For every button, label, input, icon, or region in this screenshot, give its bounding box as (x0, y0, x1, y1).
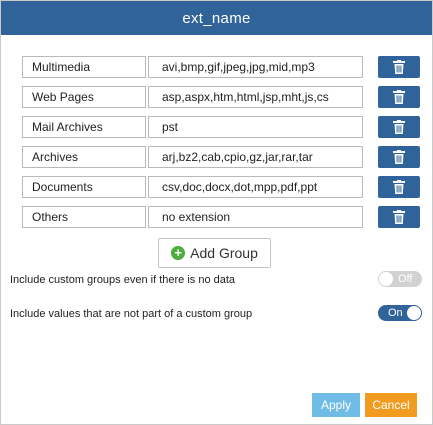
group-name-field[interactable]: Mail Archives (22, 116, 146, 138)
plus-circle-icon: + (171, 246, 186, 260)
include-values-label: Include values that are not part of a cu… (10, 308, 253, 320)
group-row: Others no extension (22, 206, 420, 228)
delete-group-button[interactable] (378, 56, 420, 78)
apply-button[interactable]: Apply (312, 393, 360, 417)
edit-groups-dialog: ext_name Multimedia avi,bmp,gif,jpeg,jpg… (0, 0, 433, 425)
group-row: Web Pages asp,aspx,htm,html,jsp,mht,js,c… (22, 86, 420, 108)
dialog-title: ext_name (1, 1, 432, 35)
add-group-label: Add Group (190, 245, 258, 261)
group-row: Multimedia avi,bmp,gif,jpeg,jpg,mid,mp3 (22, 56, 420, 78)
trash-icon (393, 90, 405, 104)
group-name-field[interactable]: Others (22, 206, 146, 228)
group-values-field[interactable]: pst (148, 116, 363, 138)
group-row: Archives arj,bz2,cab,cpio,gz,jar,rar,tar (22, 146, 420, 168)
cancel-button[interactable]: Cancel (365, 393, 417, 417)
group-values-field[interactable]: asp,aspx,htm,html,jsp,mht,js,cs (148, 86, 363, 108)
delete-group-button[interactable] (378, 206, 420, 228)
toggle-knob (379, 272, 393, 286)
group-row: Mail Archives pst (22, 116, 420, 138)
toggle-state-text: Off (398, 273, 413, 285)
delete-group-button[interactable] (378, 146, 420, 168)
group-row: Documents csv,doc,docx,dot,mpp,pdf,ppt (22, 176, 420, 198)
toggle-state-text: On (388, 307, 403, 319)
delete-group-button[interactable] (378, 116, 420, 138)
group-name-field[interactable]: Multimedia (22, 56, 146, 78)
group-name-field[interactable]: Documents (22, 176, 146, 198)
group-name-field[interactable]: Archives (22, 146, 146, 168)
delete-group-button[interactable] (378, 86, 420, 108)
group-values-field[interactable]: csv,doc,docx,dot,mpp,pdf,ppt (148, 176, 363, 198)
group-values-field[interactable]: avi,bmp,gif,jpeg,jpg,mid,mp3 (148, 56, 363, 78)
add-group-button[interactable]: + Add Group (158, 238, 271, 268)
toggle-knob (407, 306, 421, 320)
trash-icon (393, 150, 405, 164)
include-values-toggle[interactable]: On (378, 305, 422, 321)
trash-icon (393, 60, 405, 74)
group-name-field[interactable]: Web Pages (22, 86, 146, 108)
trash-icon (393, 210, 405, 224)
trash-icon (393, 120, 405, 134)
include-custom-groups-label: Include custom groups even if there is n… (10, 274, 236, 286)
delete-group-button[interactable] (378, 176, 420, 198)
group-values-field[interactable]: no extension (148, 206, 363, 228)
group-values-field[interactable]: arj,bz2,cab,cpio,gz,jar,rar,tar (148, 146, 363, 168)
include-custom-groups-toggle[interactable]: Off (378, 271, 422, 287)
trash-icon (393, 180, 405, 194)
